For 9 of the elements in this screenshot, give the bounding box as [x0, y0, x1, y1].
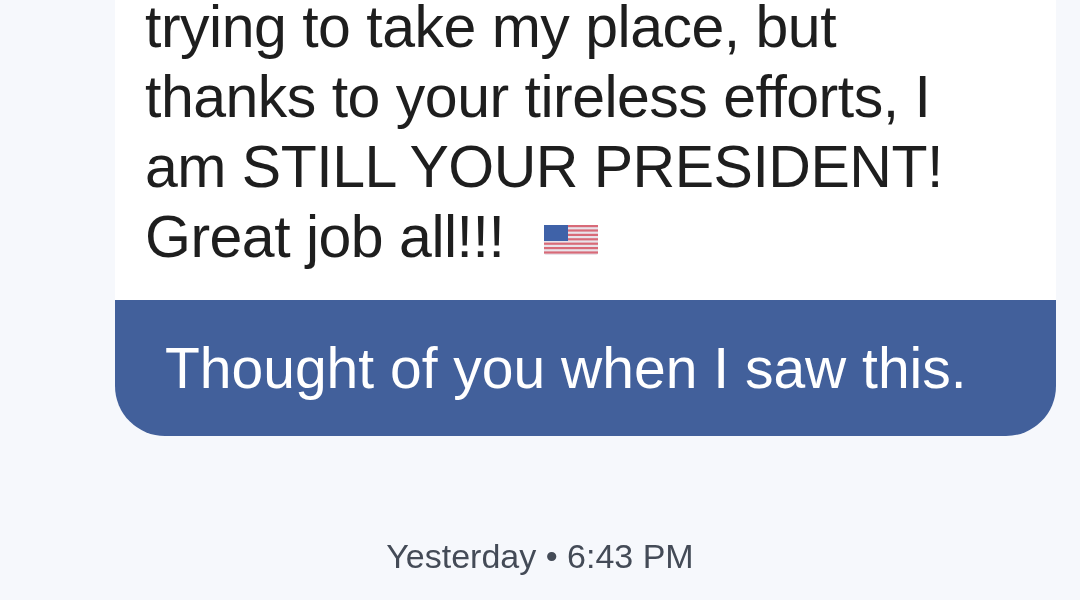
message-bubble[interactable]: Thought of you when I saw this.	[115, 300, 1056, 436]
post-text-line: thanks to your tireless efforts, I	[145, 63, 931, 132]
message-text: Thought of you when I saw this.	[165, 336, 967, 400]
post-text-line: am STILL YOUR PRESIDENT!	[145, 133, 943, 202]
post-text-line: trying to take my place, but	[145, 0, 837, 62]
message-timestamp: Yesterday • 6:43 PM	[386, 536, 694, 576]
attached-screenshot[interactable]: trying to take my place, but thanks to your tireless efforts, I am STILL YOUR PRESIDENT! Great job all!!!	[115, 0, 1056, 300]
post-text-line: Great job all!!!	[145, 203, 505, 272]
us-flag-icon	[544, 225, 599, 255]
